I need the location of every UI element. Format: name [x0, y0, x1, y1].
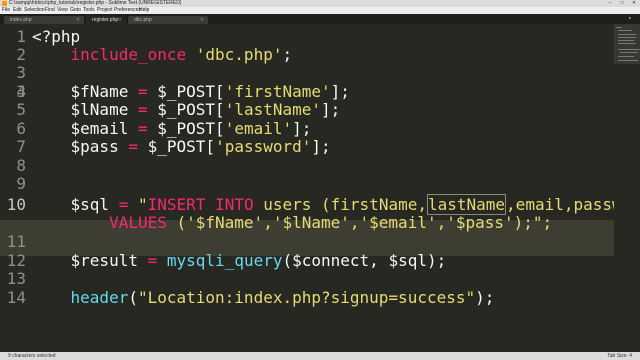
line-number: 11 [6, 232, 26, 251]
code-line-5: $lName = $_POST['lastName']; [70, 100, 341, 119]
code-line-10-wrap: VALUES ('$fName','$lName','$email','$pas… [109, 213, 553, 232]
line-number: 1 [16, 27, 26, 46]
status-tab-size[interactable]: Tab Size: 4 [607, 352, 632, 360]
title-bar: C:\xampp\htdocs\php_tutorials\register.p… [0, 0, 640, 7]
sublime-app-icon [2, 1, 7, 6]
line-number: 14 [6, 288, 26, 307]
menu-bar: File Edit Selection Find View Goto Tools… [0, 7, 640, 14]
tab-register-php[interactable]: register.php ✕ [86, 16, 126, 24]
menu-selection[interactable]: Selection [24, 7, 45, 14]
menu-project[interactable]: Project [97, 7, 113, 14]
code-editor[interactable]: 1 2 3 3 4 5 6 7 8 9 10 11 12 13 14 <?php… [0, 24, 640, 352]
menu-find[interactable]: Find [45, 7, 55, 14]
minimap-viewport[interactable] [614, 24, 640, 64]
line-number: 12 [6, 251, 26, 270]
line-number: 3 [16, 63, 26, 82]
code-line-6: $email = $_POST['email']; [70, 119, 312, 138]
menu-file[interactable]: File [2, 7, 10, 14]
line-number: 13 [6, 269, 26, 288]
tab-close-icon[interactable]: ✕ [200, 16, 204, 24]
menu-edit[interactable]: Edit [13, 7, 22, 14]
status-selection: 9 characters selected [8, 353, 56, 359]
code-line-12: $result = mysqli_query($connect, $sql); [70, 251, 447, 270]
tab-label: dbc.php [134, 17, 152, 23]
tab-close-icon[interactable]: ✕ [76, 16, 80, 24]
line-number: 9 [16, 174, 26, 193]
tab-bar: index.php ✕ register.php ✕ dbc.php ✕ ▾ [0, 14, 640, 24]
code-line-14: header("Location:index.php?signup=succes… [70, 288, 495, 307]
minimize-icon[interactable]: – [604, 0, 616, 7]
tab-label: register.php [92, 17, 119, 23]
code-line-2: include_once 'dbc.php'; [70, 45, 293, 64]
tab-index-php[interactable]: index.php ✕ [4, 16, 84, 24]
menu-tools[interactable]: Tools [83, 7, 95, 14]
line-number: 4 [16, 82, 26, 101]
line-number: 2 [16, 45, 26, 64]
line-number: 8 [16, 156, 26, 175]
code-line-1: <?php [32, 27, 81, 46]
line-number: 6 [16, 119, 26, 138]
maximize-icon[interactable]: □ [616, 0, 628, 7]
minimap[interactable] [614, 24, 640, 352]
menu-goto[interactable]: Goto [70, 7, 81, 14]
line-number-active: 10 [6, 195, 26, 214]
tab-dropdown-icon[interactable]: ▾ [628, 15, 632, 22]
window-title: C:\xampp\htdocs\php_tutorials\register.p… [9, 0, 182, 6]
line-number: 7 [16, 137, 26, 156]
tab-close-icon[interactable]: ✕ [118, 16, 122, 24]
close-icon[interactable]: ✕ [628, 0, 640, 7]
menu-preferences[interactable]: Preferences [114, 7, 141, 14]
line-number: 5 [16, 100, 26, 119]
tab-label: index.php [10, 17, 32, 23]
selection-highlight: lastName [426, 194, 507, 215]
code-line-4: $fName = $_POST['firstName']; [70, 82, 350, 101]
tab-dbc-php[interactable]: dbc.php ✕ [128, 16, 208, 24]
menu-view[interactable]: View [57, 7, 68, 14]
code-line-10: $sql = "INSERT INTO users (firstName,las… [70, 194, 640, 215]
status-bar: 9 characters selected Tab Size: 4 [0, 352, 640, 360]
code-line-7: $pass = $_POST['password']; [70, 137, 331, 156]
menu-help[interactable]: Help [139, 7, 149, 14]
